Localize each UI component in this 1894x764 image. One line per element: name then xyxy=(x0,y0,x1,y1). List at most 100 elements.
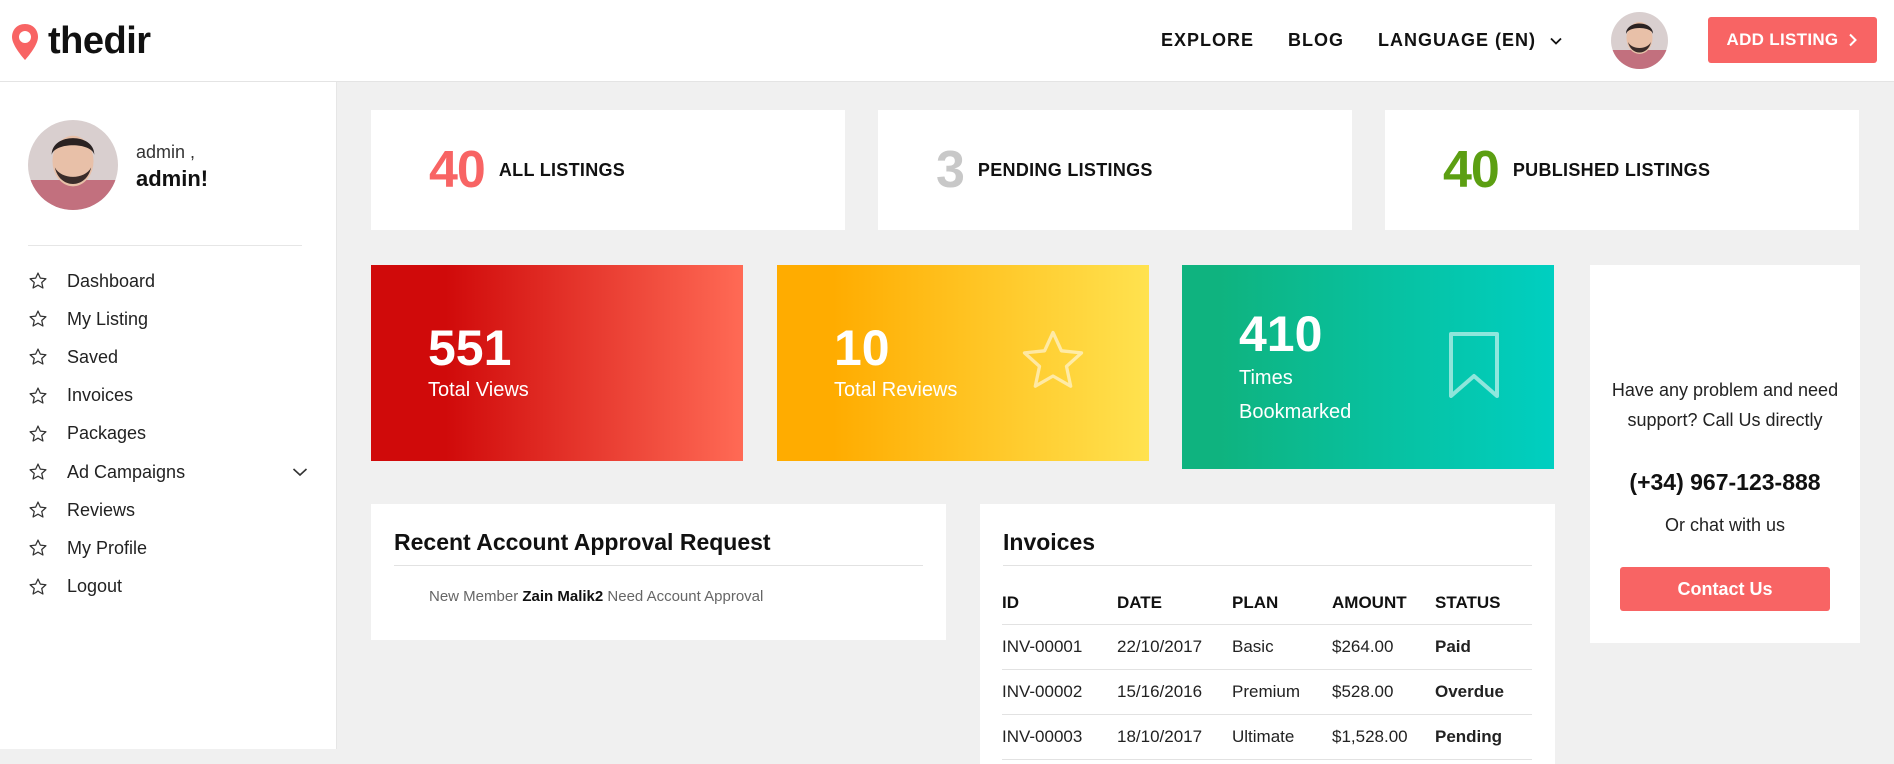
approval-message[interactable]: New Member Zain Malik2 Need Account Appr… xyxy=(429,588,763,605)
nav-explore[interactable]: EXPLORE xyxy=(1161,30,1254,51)
approval-title: Recent Account Approval Request xyxy=(394,529,771,555)
support-phone[interactable]: (+34) 967-123-888 xyxy=(1590,469,1860,496)
invoice-date: 18/10/2017 xyxy=(1117,714,1232,760)
user-avatar[interactable] xyxy=(1611,12,1668,69)
user-name: admin! xyxy=(136,166,209,191)
column-header-id: ID xyxy=(1002,582,1117,625)
approval-member[interactable]: Zain Malik2 xyxy=(522,588,603,605)
star-icon xyxy=(29,348,47,366)
invoice-amount: $528.00 xyxy=(1332,669,1435,715)
stat-value: 40 xyxy=(1443,141,1500,199)
invoice-date: 15/16/2016 xyxy=(1117,669,1232,715)
column-header-amount: AMOUNT xyxy=(1332,582,1435,625)
sidebar-item-ad-campaigns[interactable]: Ad Campaigns xyxy=(28,453,308,491)
invoice-plan: Basic xyxy=(1232,624,1332,670)
tile-label: Total Reviews xyxy=(834,379,958,401)
invoice-id: INV-00003 xyxy=(1002,714,1117,760)
star-icon xyxy=(29,463,47,480)
tile-label-line2: Bookmarked xyxy=(1239,401,1352,423)
sidebar-item-label: My Profile xyxy=(67,537,148,558)
sidebar-item-label: Ad Campaigns xyxy=(67,461,186,482)
sidebar-item-label: Saved xyxy=(67,346,119,367)
chevron-down-icon xyxy=(1550,37,1562,45)
add-listing-button[interactable]: ADD LISTING xyxy=(1708,17,1877,63)
approval-panel: Recent Account Approval Request New Memb… xyxy=(371,504,946,640)
nav-language-label: LANGUAGE (EN) xyxy=(1378,30,1536,50)
invoices-table: ID DATE PLAN AMOUNT STATUS INV-00001 22/… xyxy=(1002,582,1532,760)
logo-text: thedir xyxy=(48,20,151,62)
sidebar-item-label: Invoices xyxy=(67,385,134,406)
nav-blog[interactable]: BLOG xyxy=(1288,30,1344,51)
sidebar-item-my-profile[interactable]: My Profile xyxy=(28,529,308,567)
top-header: thedir EXPLORE BLOG LANGUAGE (EN) ADD LI… xyxy=(0,0,1894,82)
table-row[interactable]: INV-00003 18/10/2017 Ultimate $1,528.00 … xyxy=(1002,714,1532,760)
tile-label: Total Views xyxy=(428,379,529,401)
sidebar-item-label: My Listing xyxy=(67,308,149,329)
status-badge: Pending xyxy=(1435,714,1532,760)
sidebar: admin , admin! Dashboard My Listing Save… xyxy=(0,82,337,749)
invoice-amount: $264.00 xyxy=(1332,624,1435,670)
invoices-title: Invoices xyxy=(1003,529,1096,555)
nav-language[interactable]: LANGUAGE (EN) xyxy=(1378,30,1562,51)
stat-label: PENDING LISTINGS xyxy=(977,159,1153,180)
column-header-plan: PLAN xyxy=(1232,582,1332,625)
approval-suffix: Need Account Approval xyxy=(607,588,764,605)
main-nav: EXPLORE BLOG LANGUAGE (EN) xyxy=(1161,30,1562,51)
star-icon xyxy=(29,272,47,289)
sidebar-item-label: Reviews xyxy=(67,499,136,520)
stat-label: PUBLISHED LISTINGS xyxy=(1512,159,1711,180)
invoice-plan: Premium xyxy=(1232,669,1332,715)
star-icon xyxy=(29,310,47,327)
stat-published-listings[interactable]: 40 PUBLISHED LISTINGS xyxy=(1385,110,1859,230)
sidebar-item-reviews[interactable]: Reviews xyxy=(28,491,308,529)
invoice-amount: $1,528.00 xyxy=(1332,714,1435,760)
tile-value: 551 xyxy=(428,320,512,376)
profile-avatar[interactable] xyxy=(28,120,118,210)
chevron-down-icon[interactable] xyxy=(292,465,308,479)
stat-all-listings[interactable]: 40 ALL LISTINGS xyxy=(371,110,845,230)
sidebar-item-label: Packages xyxy=(67,423,147,444)
stat-pending-listings[interactable]: 3 PENDING LISTINGS xyxy=(878,110,1352,230)
status-badge: Paid xyxy=(1435,624,1532,670)
tile-value: 10 xyxy=(834,320,890,376)
star-icon xyxy=(29,501,47,518)
sidebar-item-saved[interactable]: Saved xyxy=(28,338,308,376)
contact-us-button[interactable]: Contact Us xyxy=(1620,567,1830,611)
add-listing-label: ADD LISTING xyxy=(1726,30,1839,49)
status-badge: Overdue xyxy=(1435,669,1532,715)
avatar-image xyxy=(1611,12,1668,69)
invoice-id: INV-00002 xyxy=(1002,669,1117,715)
avatar-image xyxy=(28,120,118,210)
divider xyxy=(394,565,923,566)
sidebar-item-logout[interactable]: Logout xyxy=(28,568,308,606)
star-icon xyxy=(29,387,47,404)
star-icon xyxy=(1022,330,1084,388)
tile-total-reviews: 10 Total Reviews xyxy=(777,265,1149,461)
sidebar-item-packages[interactable]: Packages xyxy=(28,415,308,453)
sidebar-item-label: Dashboard xyxy=(67,270,156,291)
invoice-id: INV-00001 xyxy=(1002,624,1117,670)
sidebar-item-invoices[interactable]: Invoices xyxy=(28,377,308,415)
approval-prefix: New Member xyxy=(429,588,519,605)
table-row[interactable]: INV-00001 22/10/2017 Basic $264.00 Paid xyxy=(1002,624,1532,670)
support-card: Have any problem and need support? Call … xyxy=(1590,265,1860,643)
greeting: admin , xyxy=(136,142,196,162)
invoice-plan: Ultimate xyxy=(1232,714,1332,760)
column-header-date: DATE xyxy=(1117,582,1232,625)
divider xyxy=(28,245,302,246)
sidebar-item-label: Logout xyxy=(67,576,123,597)
invoices-panel: Invoices ID DATE PLAN AMOUNT STATUS INV-… xyxy=(980,504,1555,764)
sidebar-item-dashboard[interactable]: Dashboard xyxy=(28,262,308,300)
tile-value: 410 xyxy=(1239,306,1323,362)
chevron-right-icon xyxy=(1849,33,1858,47)
table-header-row: ID DATE PLAN AMOUNT STATUS xyxy=(1002,582,1532,625)
support-chat-text: Or chat with us xyxy=(1664,515,1786,535)
map-pin-icon xyxy=(12,23,38,60)
support-text: Have any problem and need support? Call … xyxy=(1611,380,1839,430)
sidebar-item-my-listing[interactable]: My Listing xyxy=(28,300,308,338)
table-row[interactable]: INV-00002 15/16/2016 Premium $528.00 Ove… xyxy=(1002,669,1532,715)
logo[interactable]: thedir xyxy=(10,20,151,63)
stat-label: ALL LISTINGS xyxy=(498,159,626,180)
tile-times-bookmarked: 410 Times Bookmarked xyxy=(1182,265,1554,469)
invoice-date: 22/10/2017 xyxy=(1117,624,1232,670)
